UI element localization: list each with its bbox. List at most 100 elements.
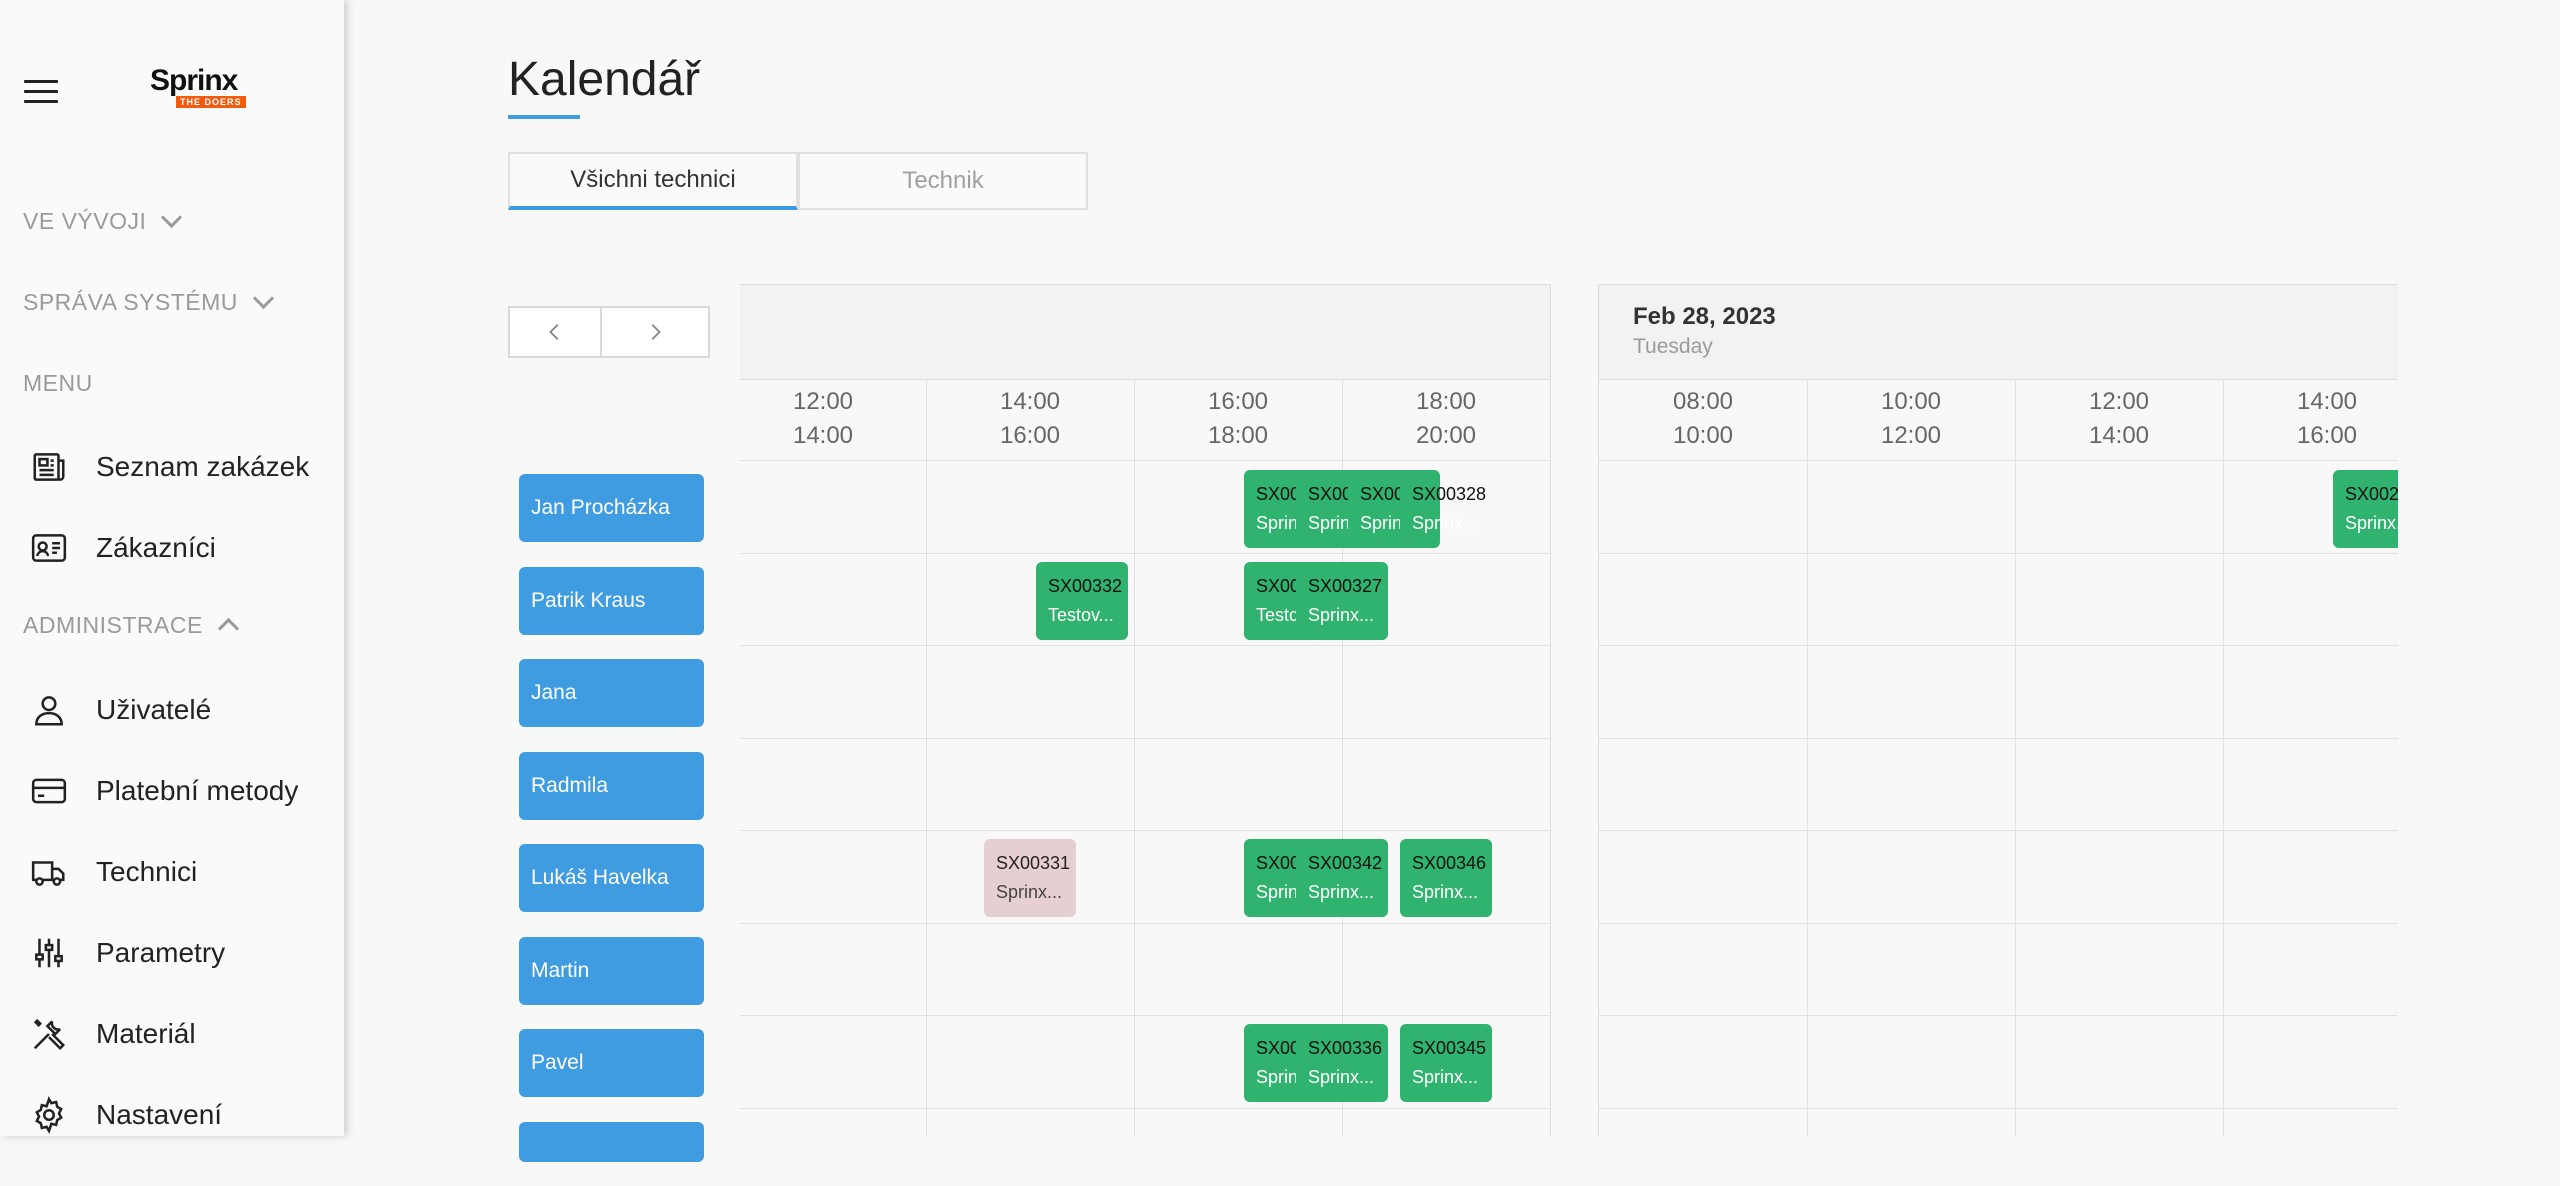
technician-row[interactable]: Radmila: [519, 751, 704, 820]
sidebar-item-label: Materiál: [96, 1018, 196, 1049]
event-subtitle: Sprin: [1360, 513, 1400, 533]
tab-all-technicians[interactable]: Všichni technici: [508, 152, 798, 210]
sidebar-item-users[interactable]: Uživatelé: [30, 685, 211, 735]
slot-start: 08:00: [1672, 388, 1734, 415]
technician-row[interactable]: Pavel: [519, 1029, 704, 1097]
section-menu-label: MENU: [23, 370, 93, 396]
row-divider: [740, 738, 1550, 739]
sidebar-item-payments[interactable]: Platební metody: [30, 766, 298, 816]
event-code: SX00: [1360, 484, 1400, 504]
event-card[interactable]: SX00 Sprin: [1348, 470, 1400, 548]
technician-row[interactable]: Jana: [519, 659, 704, 727]
technician-row[interactable]: Patrik Kraus: [519, 566, 704, 635]
hamburger-menu-icon[interactable]: [24, 80, 58, 104]
section-admin[interactable]: ADMINISTRACE: [23, 612, 239, 640]
tools-icon: [33, 1018, 66, 1051]
sidebar-item-material[interactable]: Materiál: [30, 1009, 196, 1059]
event-card[interactable]: SX00331 Sprinx...: [984, 839, 1076, 917]
slot-end: 10:00: [1672, 422, 1734, 449]
slot-end: 20:00: [1415, 422, 1477, 449]
time-slot: 12:00 14:00: [2015, 385, 2223, 453]
event-card[interactable]: SX00332 Testov...: [1036, 562, 1128, 640]
event-code: SX00: [1256, 576, 1296, 596]
time-slot: 16:00 18:00: [1134, 385, 1342, 453]
user-icon: [35, 696, 63, 726]
row-divider: [740, 645, 1550, 646]
slot-end: 18:00: [1207, 422, 1269, 449]
event-subtitle: Testov...: [1048, 605, 1114, 625]
event-card[interactable]: SX00 Testc: [1244, 562, 1296, 640]
slot-start: 12:00: [2088, 388, 2150, 415]
chevron-up-icon: [217, 617, 239, 640]
row-divider: [740, 460, 1550, 461]
slot-end: 14:00: [2088, 422, 2150, 449]
sidebar-item-label: Parametry: [96, 937, 226, 968]
event-subtitle: Testc: [1256, 605, 1296, 625]
event-subtitle: Sprin: [1308, 513, 1348, 533]
row-divider: [740, 553, 1550, 554]
technician-row[interactable]: [519, 1121, 704, 1162]
day-weekday: Tuesday: [1633, 335, 1713, 358]
event-subtitle: Sprinx...: [1412, 1067, 1479, 1087]
slot-end: 14:00: [792, 422, 854, 449]
event-code: SX00: [1308, 484, 1348, 504]
event-code: SX00331: [996, 853, 1071, 873]
sidebar-item-label: Uživatelé: [96, 694, 212, 725]
event-subtitle: Sprinx...: [996, 882, 1063, 902]
event-card[interactable]: SX00328 Sprinx...: [1400, 470, 1490, 548]
column-divider: [2223, 379, 2224, 1136]
event-card[interactable]: SX00 Sprin: [1244, 839, 1296, 917]
event-subtitle: Sprinx...: [1308, 882, 1375, 902]
event-card[interactable]: SX0025 Sprinx...: [2333, 470, 2398, 548]
sidebar-item-customers[interactable]: Zákazníci: [30, 523, 216, 573]
event-card[interactable]: SX00 Sprin: [1296, 470, 1348, 548]
event-code: SX00: [1256, 853, 1296, 873]
technician-row[interactable]: Jan Procházka: [519, 474, 704, 542]
column-divider: [2015, 379, 2016, 1136]
event-card[interactable]: SX00 Sprin: [1244, 470, 1296, 548]
prev-button[interactable]: [508, 306, 602, 358]
slot-end: 16:00: [2296, 422, 2358, 449]
sidebar-item-parameters[interactable]: Parametry: [30, 928, 225, 978]
newspaper-icon: [33, 453, 65, 481]
day-header: [740, 285, 1550, 380]
chevron-left-icon: [549, 324, 559, 340]
time-slot: 18:00 20:00: [1342, 385, 1550, 453]
row-divider: [1599, 645, 2398, 646]
truck-icon: [31, 861, 65, 886]
event-subtitle: Sprin: [1256, 513, 1296, 533]
title-underline: [508, 115, 580, 119]
sidebar-item-orders[interactable]: Seznam zakázek: [30, 442, 309, 492]
section-menu: MENU: [23, 370, 93, 397]
event-card[interactable]: SX00 Sprin: [1244, 1024, 1296, 1102]
technician-row[interactable]: Martin: [519, 936, 704, 1005]
sidebar-item-settings[interactable]: Nastavení: [30, 1090, 222, 1140]
logo-word: Sprinx: [150, 64, 238, 97]
tab-technician[interactable]: Technik: [798, 152, 1088, 210]
next-button[interactable]: [602, 306, 710, 358]
sidebar-item-label: Nastavení: [96, 1099, 223, 1130]
sprinx-logo[interactable]: Sprinx THE DOERS: [150, 66, 250, 112]
sliders-icon: [35, 938, 63, 968]
slot-start: 14:00: [999, 388, 1061, 415]
event-card[interactable]: SX00346 Sprinx...: [1400, 839, 1492, 917]
slot-start: 14:00: [2296, 388, 2358, 415]
event-card[interactable]: SX00342 Sprinx...: [1296, 839, 1388, 917]
calendar-navigation: [508, 306, 710, 358]
event-card[interactable]: SX00345 Sprinx...: [1400, 1024, 1492, 1102]
sidebar-item-label: Zákazníci: [96, 532, 216, 563]
row-divider: [1599, 738, 2398, 739]
section-system[interactable]: SPRÁVA SYSTÉMU: [23, 287, 275, 316]
sidebar-item-label: Seznam zakázek: [96, 451, 310, 482]
event-subtitle: Sprinx...: [1412, 882, 1479, 902]
event-code: SX00342: [1308, 853, 1383, 873]
technician-row[interactable]: Lukáš Havelka: [519, 844, 704, 912]
id-card-icon: [31, 534, 67, 562]
event-card[interactable]: SX00336 Sprinx...: [1296, 1024, 1388, 1102]
sidebar-item-technicians[interactable]: Technici: [30, 847, 197, 897]
section-dev[interactable]: VE VÝVOJI: [23, 206, 183, 235]
event-card[interactable]: SX00327 Sprinx...: [1296, 562, 1388, 640]
row-divider: [1599, 1108, 2398, 1109]
event-code: SX00328: [1412, 484, 1487, 504]
row-divider: [740, 1108, 1550, 1109]
